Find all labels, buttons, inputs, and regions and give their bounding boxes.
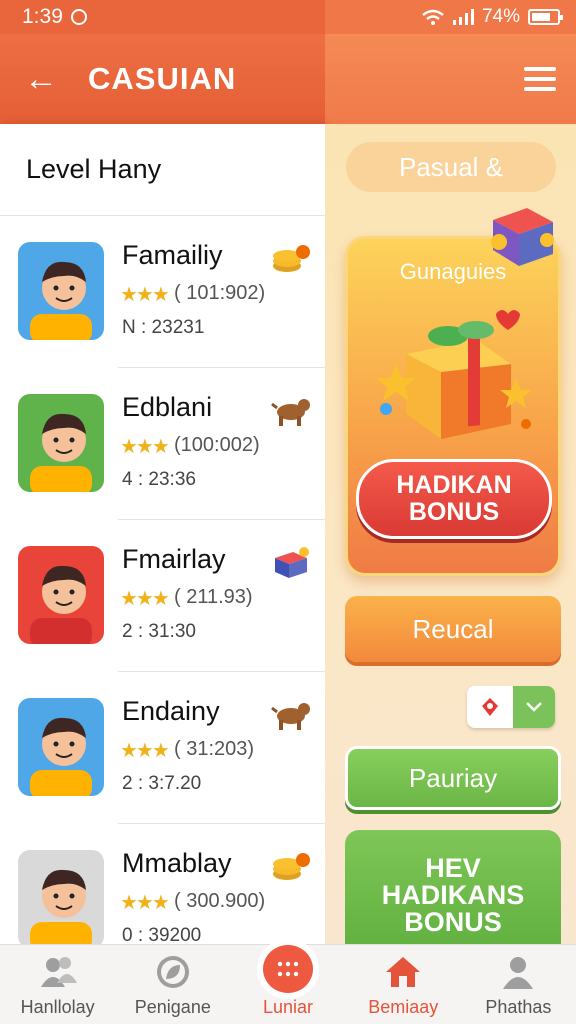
coins-icon — [271, 850, 311, 884]
grid-dots-icon — [263, 945, 313, 993]
header-left: ← CASUIAN — [0, 34, 325, 124]
stars-icon: ★★★ — [120, 284, 170, 306]
chevron-down-icon — [513, 686, 555, 728]
gift-cube-icon — [271, 546, 311, 580]
game-rating: (100:002) — [174, 434, 260, 456]
gift-box-icon — [376, 310, 532, 439]
hadikan-bonus-button[interactable]: HADIKAN BONUS — [356, 459, 552, 539]
stars-icon: ★★★ — [120, 588, 170, 610]
tag-icon — [467, 686, 513, 728]
nav-label: Bemiaay — [368, 997, 439, 1017]
game-list-item[interactable]: Edblani ★★★ (100:002) 4 : 23:36 — [18, 368, 325, 520]
hev-hadikans-bonus-button[interactable]: HEV HADIKANS BONUS — [345, 830, 561, 960]
hamburger-menu-icon[interactable] — [524, 67, 556, 91]
game-name: Mmablay — [122, 848, 232, 878]
leaf-circle-icon — [156, 956, 189, 988]
reucal-button[interactable]: Reucal — [345, 596, 561, 662]
status-left: 1:39 — [0, 0, 325, 34]
back-arrow-icon[interactable]: ← — [24, 60, 64, 99]
battery-percent: 74% — [481, 6, 520, 27]
stars-icon: ★★★ — [120, 892, 170, 914]
bonus-card[interactable]: Gunaguies HADIKAN BONUS — [345, 236, 561, 576]
game-avatar — [18, 394, 104, 492]
battery-icon — [528, 9, 563, 25]
game-rating: ( 300.900) — [174, 890, 266, 912]
game-count: 2 : 3:7.20 — [122, 773, 202, 794]
app-header: ← CASUIAN — [0, 34, 576, 124]
clock-icon — [70, 9, 87, 25]
game-list-item[interactable]: Mmablay ★★★( 300.900) 0 : 39200 — [18, 824, 325, 944]
game-rating: ( 101:902) — [174, 282, 266, 304]
game-avatar — [18, 698, 104, 796]
game-avatar — [18, 546, 104, 644]
game-name: Famailiy — [122, 240, 223, 270]
bottom-navigation: Hanllolay Penigane Luniar Bemiaay Phatha… — [0, 944, 576, 1024]
game-count: 2 : 31:30 — [122, 621, 196, 642]
stars-icon: ★★★ — [120, 436, 170, 458]
page-title: CASUIAN — [88, 61, 237, 96]
signal-icon — [452, 9, 474, 25]
status-time: 1:39 — [22, 5, 63, 28]
nav-label: Hanllolay — [20, 997, 95, 1017]
nav-penigane[interactable]: Penigane — [115, 945, 230, 1024]
person-icon — [503, 957, 534, 989]
status-right: 74% — [325, 0, 576, 34]
nav-label: Phathas — [485, 997, 552, 1017]
nav-label: Luniar — [262, 997, 314, 1017]
game-avatar — [18, 850, 104, 944]
game-name: Fmairlay — [122, 544, 226, 574]
section-title: Level Hany — [0, 124, 325, 216]
dog-icon — [271, 394, 311, 428]
battery-fill — [532, 13, 550, 21]
game-name: Endainy — [122, 696, 220, 726]
game-name: Edblani — [122, 392, 213, 422]
dog-icon — [271, 698, 311, 732]
game-rating: ( 211.93) — [174, 586, 253, 608]
stars-icon: ★★★ — [120, 740, 170, 762]
nav-bemiaay[interactable]: Bemiaay — [346, 945, 461, 1024]
game-list: Famailiy ★★★( 101:902) N : 23231 Edblani ★★★… — [0, 216, 325, 944]
game-avatar — [18, 242, 104, 340]
game-count: 4 : 23:36 — [122, 469, 196, 490]
game-count: 0 : 39200 — [122, 925, 202, 944]
header-right — [325, 34, 576, 124]
pauriay-button[interactable]: Pauriay — [345, 746, 561, 810]
game-list-item[interactable]: Fmairlay ★★★( 211.93) 2 : 31:30 — [18, 520, 325, 672]
wifi-icon — [422, 9, 444, 25]
game-list-panel: Level Hany Famailiy ★★★( 101:902) N : 2323… — [0, 124, 325, 944]
mystery-cube-icon — [491, 208, 554, 266]
nav-phathas[interactable]: Phathas — [461, 945, 576, 1024]
toggle-switch[interactable] — [467, 686, 555, 728]
status-bar: 1:39 74% — [0, 0, 576, 34]
game-list-item[interactable]: Famailiy ★★★( 101:902) N : 23231 — [18, 216, 325, 368]
nav-hanllolay[interactable]: Hanllolay — [0, 945, 115, 1024]
nav-label: Penigane — [134, 997, 211, 1017]
people-icon — [40, 957, 77, 987]
game-list-item[interactable]: Endainy ★★★( 31:203) 2 : 3:7.20 — [18, 672, 325, 824]
game-rating: ( 31:203) — [174, 738, 255, 760]
coins-icon — [271, 242, 311, 276]
nav-luniar[interactable]: Luniar — [230, 945, 345, 1024]
home-icon — [386, 957, 421, 987]
game-count: N : 23231 — [122, 317, 205, 338]
bonus-panel: Pasual & Gunaguies HADIKAN BONUS Reucal — [325, 124, 576, 960]
pasual-pill[interactable]: Pasual & — [346, 142, 556, 192]
